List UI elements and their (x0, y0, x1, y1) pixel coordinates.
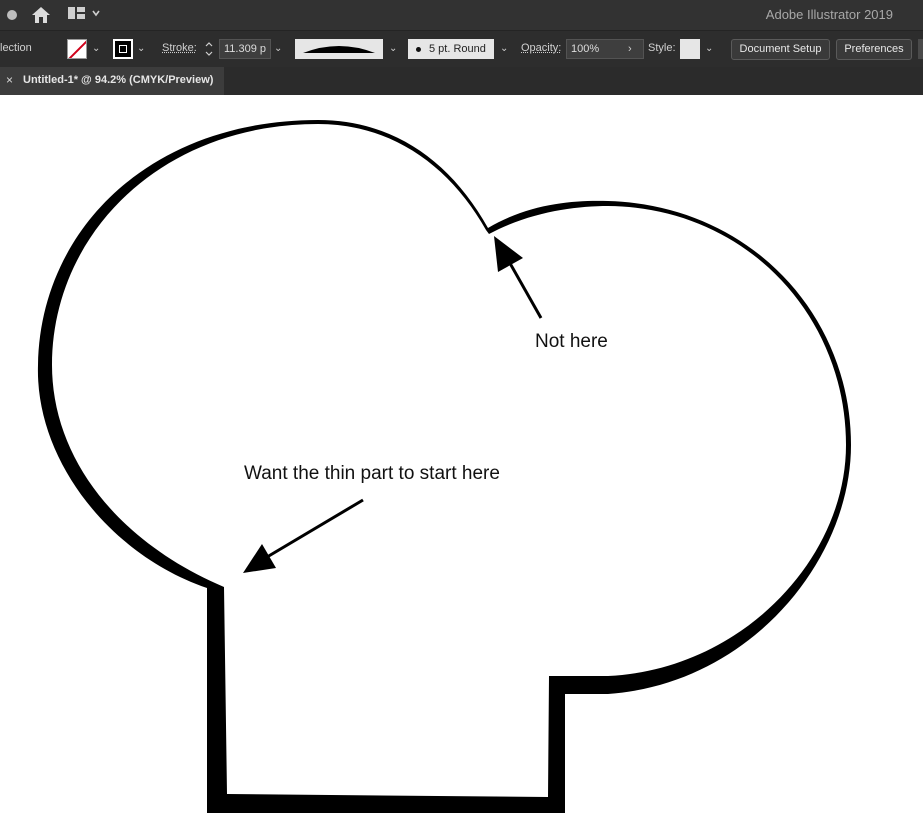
brush-chevron-icon[interactable]: ⌄ (500, 43, 512, 55)
fill-dropdown-chevron-icon[interactable]: ⌄ (92, 43, 104, 55)
fill-swatch[interactable] (67, 39, 87, 59)
stroke-weight-chevron-icon[interactable]: ⌄ (274, 43, 286, 55)
window-close-dot[interactable] (7, 10, 17, 20)
stroke-dropdown-chevron-icon[interactable]: ⌄ (137, 43, 149, 55)
stroke-stepper-icon[interactable] (203, 40, 215, 58)
stroke-weight-field[interactable]: 11.309 p (219, 39, 271, 59)
document-tab-bar: × Untitled-1* @ 94.2% (CMYK/Preview) (0, 67, 923, 95)
graphic-style-swatch[interactable] (680, 39, 700, 59)
not-here-arrowhead-icon (494, 236, 523, 272)
opacity-arrow-icon[interactable]: › (628, 43, 640, 55)
preferences-button[interactable]: Preferences (836, 39, 912, 60)
close-tab-icon[interactable]: × (6, 73, 13, 87)
artboard-canvas[interactable]: Not here Want the thin part to start her… (0, 95, 923, 829)
control-bar: lection ⌄ ⌄ Stroke: 11.309 p ⌄ ⌄ 5 pt. R… (0, 30, 923, 67)
document-tab[interactable]: × Untitled-1* @ 94.2% (CMYK/Preview) (0, 67, 224, 95)
style-label: Style: (648, 42, 676, 54)
brush-definition[interactable]: 5 pt. Round (408, 39, 494, 59)
opacity-label[interactable]: Opacity: (521, 42, 561, 54)
annotation-thin-part: Want the thin part to start here (244, 463, 500, 484)
stroke-label[interactable]: Stroke: (162, 42, 197, 54)
style-chevron-icon[interactable]: ⌄ (705, 43, 717, 55)
stroke-swatch[interactable] (113, 39, 133, 59)
workspace-switcher-icon[interactable] (67, 6, 103, 22)
profile-chevron-icon[interactable]: ⌄ (389, 43, 401, 55)
brush-dot-icon (416, 46, 421, 52)
brush-label: 5 pt. Round (429, 43, 486, 55)
app-title: Adobe Illustrator 2019 (765, 7, 893, 22)
title-bar: Adobe Illustrator 2019 (0, 0, 923, 30)
thin-part-arrowhead-icon (243, 544, 276, 573)
width-profile-shape-icon (303, 46, 375, 53)
annotation-not-here: Not here (535, 331, 608, 352)
artwork[interactable] (0, 95, 923, 829)
thin-part-arrow-line (261, 498, 364, 562)
control-bar-overflow[interactable] (918, 39, 923, 59)
document-tab-title: Untitled-1* @ 94.2% (CMYK/Preview) (23, 74, 214, 86)
home-icon[interactable] (30, 5, 52, 25)
document-setup-button[interactable]: Document Setup (731, 39, 830, 60)
selection-label: lection (0, 42, 32, 54)
variable-width-profile[interactable] (295, 39, 383, 59)
not-here-arrow-line (505, 257, 543, 319)
